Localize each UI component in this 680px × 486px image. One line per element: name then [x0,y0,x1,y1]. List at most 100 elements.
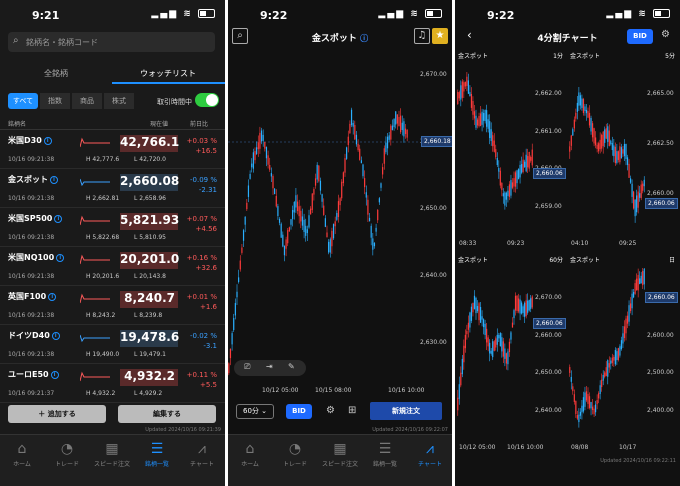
jump-icon[interactable]: ⇥ [266,362,273,371]
bid-button[interactable]: BID [627,29,653,44]
high-value: H 2,662.81 [86,195,120,202]
candle [623,326,626,338]
bid-button[interactable]: BID [286,404,312,419]
candle [339,198,341,206]
candle [461,81,463,98]
candle [472,302,474,313]
chip-stock[interactable]: 株式 [104,93,134,109]
candle [270,173,272,177]
table-row[interactable]: 米国NQ100 i 10/16 09:21:38 20,201.0 H 20,201.6… [0,248,225,286]
star-icon[interactable]: ★ [432,28,448,44]
tab-home[interactable]: ⌂ ホーム [228,441,272,468]
candle [385,142,387,153]
candle [486,328,488,343]
pen-icon[interactable]: ✎ [288,362,295,371]
col-price: 現在値 [150,121,169,128]
info-icon[interactable]: i [48,292,57,301]
tab-home[interactable]: ⌂ ホーム [0,441,44,468]
gear-icon[interactable]: ⚙ [326,405,335,416]
tab-watchlist[interactable]: ウォッチリスト [112,68,224,79]
candle [631,293,633,309]
tab-all-symbols[interactable]: 全銘柄 [0,68,112,79]
candle [495,338,497,348]
status-bar: 9:22 ▂▄▆ ≋ [455,0,680,30]
subchart[interactable]: 金スポット 60分 2,670.00 2,660.00 2,650.00 2,640.00… [455,254,567,454]
signal-icon: ▂▄▆ ≋ [606,9,670,19]
info-icon[interactable]: i [51,331,60,340]
row-timestamp: 10/16 09:21:38 [8,195,55,202]
info-icon[interactable]: i [50,370,59,379]
subchart-timeframe: 5分 [665,53,675,60]
draw-rect-icon[interactable]: ⎚ [244,362,250,372]
table-row[interactable]: ドイツD40 i 10/16 09:21:38 19,478.6 H 19,490.0 L… [0,326,225,364]
table-row[interactable]: 英国F100 i 10/16 09:21:38 8,240.7 H 8,243.2 L 8… [0,287,225,325]
trade-time-label: 取引時間中 [157,98,192,106]
candle [643,268,645,285]
candle [498,335,500,339]
candle [256,147,258,155]
chip-index[interactable]: 指数 [40,93,70,109]
tab-trade[interactable]: ◔ トレード [45,441,89,468]
tab-chart[interactable]: ⩘ チャート [408,441,452,468]
candle [395,111,397,125]
candle [530,157,532,161]
candle [478,116,480,127]
candle [463,345,465,363]
candle [306,229,308,234]
subchart[interactable]: 金スポット日2,700.002,600.002,500.002,400.002,… [567,254,679,454]
candle [569,146,571,152]
search-input[interactable]: ⌕ 銘柄名・銘柄コード [8,32,215,52]
candle [323,205,325,215]
table-row[interactable]: 金スポット i 10/16 09:21:38 2,660.08 H 2,662.81 L … [0,170,225,208]
tab-speed-order[interactable]: ▦ スピード注文 [318,441,362,468]
candle [349,123,351,134]
subchart[interactable]: 金スポット1分2,662.002,661.002,660.002,659.002… [455,50,567,250]
candle [262,134,264,141]
candle [502,193,504,197]
candle [640,184,642,199]
tab-speed-order[interactable]: ▦ スピード注文 [90,441,134,468]
tab-symbol-list[interactable]: ☰ 銘柄一覧 [363,441,407,468]
timeframe-select[interactable]: 60分 ⌄ [236,404,274,419]
chip-commodity[interactable]: 商品 [72,93,102,109]
candle [502,341,504,357]
gear-icon[interactable]: ⚙ [661,29,670,40]
info-icon[interactable]: i [43,136,52,145]
symbol-name: 米国SP500 i [8,213,63,224]
chart-header: ⌕ 金スポット ⓘ ♫ ★ [228,28,452,46]
add-button[interactable]: ＋ 追加する [8,405,106,423]
table-row[interactable]: 米国SP500 i 10/16 09:21:38 5,821.93 H 5,822.68… [0,209,225,247]
info-icon[interactable]: i [54,214,63,223]
current-price: 19,478.6 [120,330,179,347]
tab-trade[interactable]: ◔ トレード [273,441,317,468]
tab-symbol-list[interactable]: ☰ 銘柄一覧 [135,441,179,468]
main-candle-chart[interactable] [228,50,452,385]
candle [622,333,624,344]
subchart-candles [457,290,533,416]
info-icon[interactable]: ⓘ [360,34,368,43]
current-price-tag: 2,660.06 [533,318,566,329]
trade-time-toggle[interactable] [195,93,219,107]
candle [370,225,372,238]
table-row[interactable]: 米国D30 i 10/16 09:21:38 42,766.1 H 42,777.6 L … [0,131,225,169]
new-order-button[interactable]: 新規注文 [370,402,442,420]
chip-all[interactable]: すべて [8,93,38,109]
col-change[interactable]: 前日比 [190,119,208,128]
candle [229,348,232,359]
tab-chart-label: チャート [190,461,214,468]
subchart[interactable]: 金スポット 5分 2,665.00 2,662.50 2,660.00 2,660.06 0… [567,50,679,250]
candle [308,215,310,228]
candle [634,199,636,217]
bell-icon[interactable]: ♫ [414,28,430,44]
candle [528,151,530,169]
grid-icon[interactable]: ⊞ [348,405,356,416]
x-tick-label: 10/12 05:00 [459,444,496,451]
info-icon[interactable]: i [56,253,65,262]
info-icon[interactable]: i [50,175,58,184]
table-row[interactable]: ユーロE50 i 10/16 09:21:37 4,932.2 H 4,932.2 L 4… [0,365,225,403]
candle [524,161,526,168]
tab-chart-label: チャート [418,461,442,468]
edit-button[interactable]: 編集する [118,405,216,423]
candle [314,178,317,186]
tab-chart[interactable]: ⩘ チャート [180,441,224,468]
